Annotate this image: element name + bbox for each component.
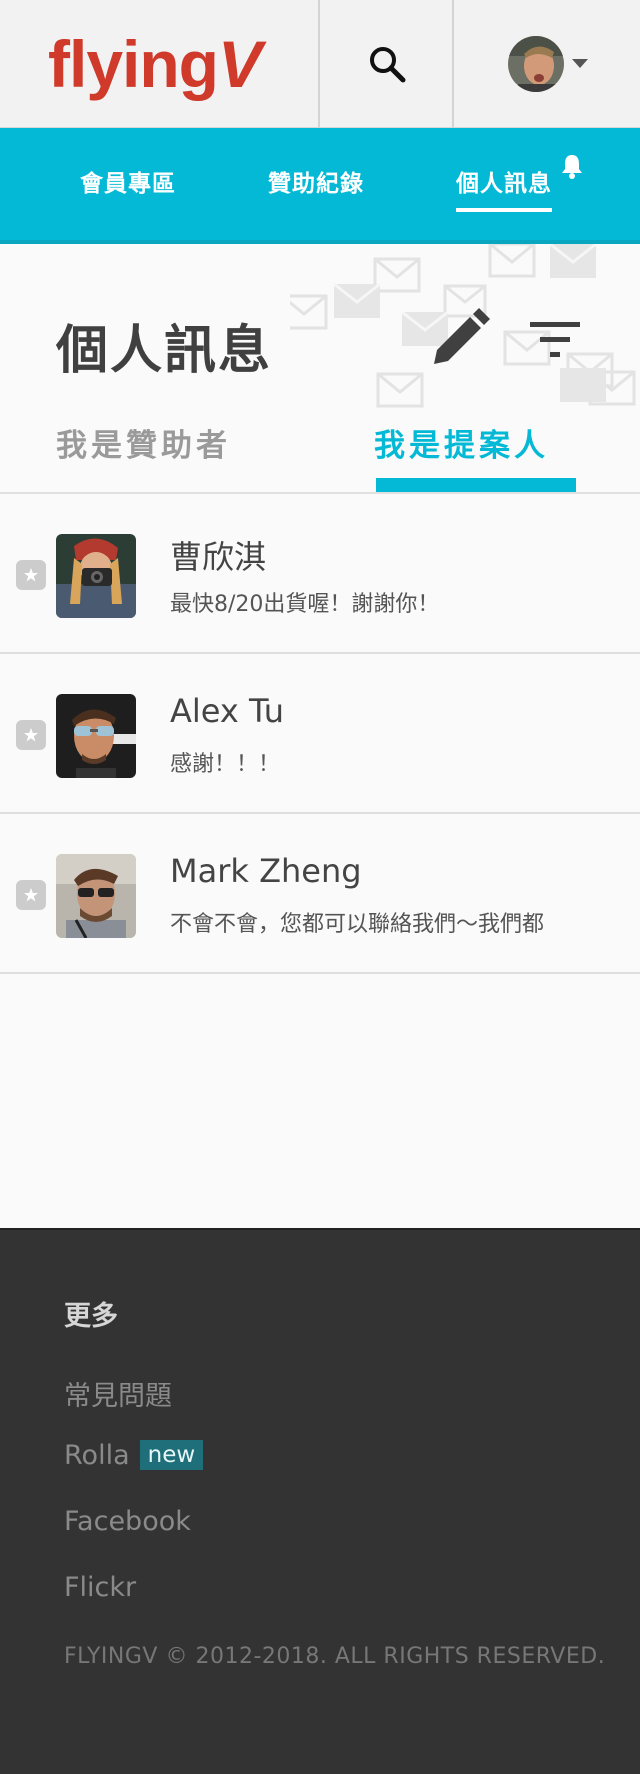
- avatar: [56, 854, 136, 938]
- star-button[interactable]: [16, 720, 46, 750]
- page-header: 個人訊息 我是贊助者 我是提案人: [0, 244, 640, 494]
- star-button[interactable]: [16, 880, 46, 910]
- copyright: FLYINGV © 2012-2018. ALL RIGHTS RESERVED…: [64, 1644, 606, 1669]
- footer-link-label: Rolla: [64, 1440, 130, 1471]
- nav-item-member[interactable]: 會員專區: [80, 164, 176, 208]
- star-icon: [24, 568, 38, 582]
- message-row[interactable]: Alex Tu 感謝！！！: [0, 654, 640, 814]
- sender-name: Mark Zheng: [170, 852, 362, 890]
- footer: 更多 常見問題 Rolla new Facebook Flickr FLYINGV…: [0, 1228, 640, 1774]
- message-row[interactable]: Mark Zheng 不會不會，您都可以聯絡我們～我們都: [0, 814, 640, 974]
- top-header: flyingV: [0, 0, 640, 128]
- user-menu-button[interactable]: [455, 0, 640, 128]
- search-button[interactable]: [320, 0, 453, 128]
- footer-link-facebook[interactable]: Facebook: [64, 1506, 191, 1537]
- active-tab-indicator: [376, 478, 576, 492]
- nav-item-sponsor-records[interactable]: 贊助紀錄: [268, 164, 364, 208]
- user-avatar: [507, 36, 564, 92]
- edit-pencil-icon[interactable]: [430, 308, 490, 368]
- tab-proposer[interactable]: 我是提案人: [374, 420, 549, 465]
- footer-title: 更多: [64, 1301, 118, 1332]
- message-preview: 感謝！！！: [170, 752, 281, 777]
- caret-down-icon: [571, 59, 588, 68]
- star-icon: [24, 728, 38, 742]
- sender-name: Alex Tu: [170, 692, 284, 730]
- message-row[interactable]: 曹欣淇 最快8/20出貨喔！謝謝你！: [0, 494, 640, 654]
- footer-link-flickr[interactable]: Flickr: [64, 1572, 136, 1603]
- sender-name: 曹欣淇: [170, 538, 267, 576]
- header-divider: [452, 0, 454, 128]
- avatar: [56, 534, 136, 618]
- message-preview: 不會不會，您都可以聯絡我們～我們都: [170, 912, 545, 937]
- search-icon: [369, 47, 405, 83]
- footer-link-faq[interactable]: 常見問題: [64, 1374, 172, 1413]
- avatar: [56, 694, 136, 778]
- filter-icon[interactable]: [528, 316, 582, 364]
- bell-icon: [562, 155, 582, 179]
- message-preview: 最快8/20出貨喔！謝謝你！: [170, 592, 440, 617]
- page-title: 個人訊息: [56, 321, 273, 381]
- tab-sponsor[interactable]: 我是贊助者: [56, 420, 231, 465]
- flyingv-logo[interactable]: flyingV: [48, 27, 262, 101]
- new-badge: new: [139, 1440, 204, 1470]
- nav-item-messages[interactable]: 個人訊息: [456, 164, 552, 212]
- main-nav: 會員專區 贊助紀錄 個人訊息: [0, 128, 640, 244]
- logo-v: V: [218, 27, 262, 101]
- star-button[interactable]: [16, 560, 46, 590]
- footer-link-rolla[interactable]: Rolla new: [64, 1440, 204, 1471]
- logo-text: flying: [48, 27, 219, 101]
- star-icon: [24, 888, 38, 902]
- message-list: 曹欣淇 最快8/20出貨喔！謝謝你！ Alex Tu 感謝！！！ Mark Zh…: [0, 494, 640, 974]
